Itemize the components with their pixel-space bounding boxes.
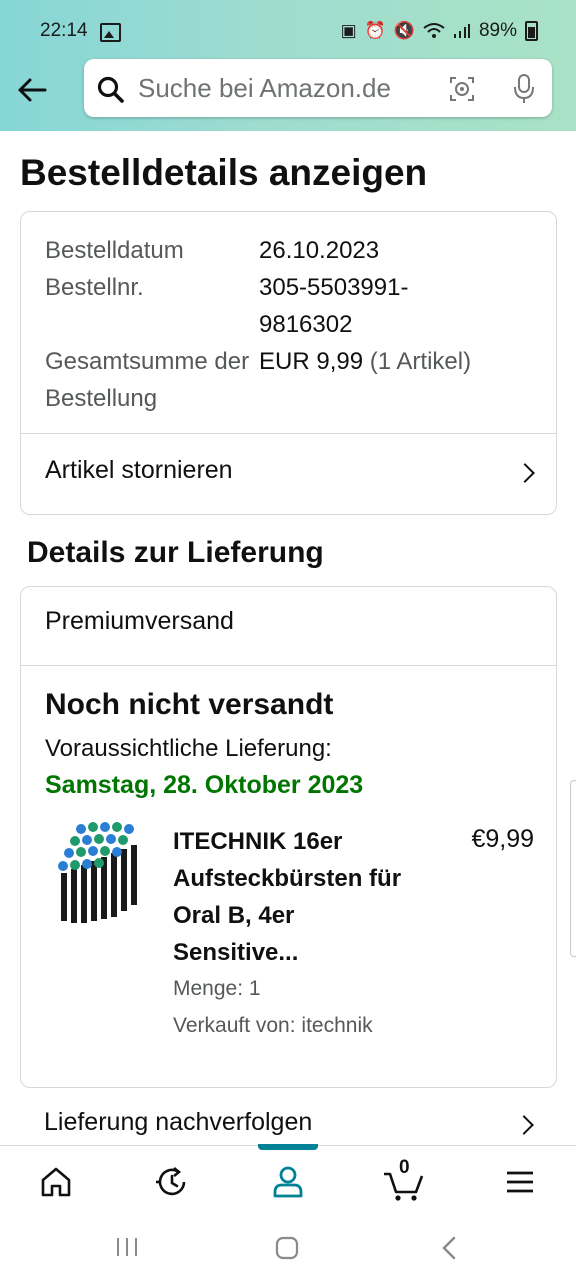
chevron-right-icon [514,1115,534,1135]
delivery-heading: Details zur Lieferung [27,536,324,569]
page-title: Bestelldetails anzeigen [20,152,428,193]
cancel-items-link[interactable]: Artikel stornieren [21,434,556,513]
product-name[interactable]: ITECHNIK 16er Aufsteckbürsten für Oral B… [173,823,423,971]
order-date-value: 26.10.2023 [259,237,380,264]
eta-label: Voraussichtliche Lieferung: [45,735,332,762]
recent-apps-icon[interactable] [114,1235,140,1259]
eta-date: Samstag, 28. Oktober 2023 [45,771,364,799]
order-summary-card: Bestelldatum 26.10.2023 Bestellnr. 305-5… [20,211,557,515]
status-icons: ▣ ⏰ 🔇 89% [341,20,538,42]
order-total-value: EUR 9,99 (1 Artikel) [259,343,539,417]
status-time: 22:14 [40,20,88,41]
product-quantity: Menge: 1 [173,977,261,1000]
order-total-items: (1 Artikel) [369,348,472,375]
cart-button[interactable]: 0 [382,1157,426,1204]
menu-icon[interactable] [498,1160,542,1204]
shipping-method: Premiumversand [45,607,234,635]
scroll-indicator [570,780,576,957]
product-price: €9,99 [471,825,534,853]
bottom-navigation: 0 [0,1144,576,1216]
track-delivery-link[interactable]: Lieferung nachverfolgen [20,1090,555,1144]
lock-icon: ▣ [340,21,357,40]
wifi-icon [423,23,445,38]
order-total-row: Gesamtsumme der Bestellung EUR 9,99 (1 A… [45,343,539,417]
delivery-card: Premiumversand Noch nicht versandt Vorau… [20,586,557,1088]
cancel-items-label: Artikel stornieren [45,456,233,484]
returns-icon[interactable] [150,1160,194,1204]
mute-icon: 🔇 [393,21,415,40]
back-arrow-icon[interactable] [15,72,51,108]
divider [21,665,556,666]
order-number-row: Bestellnr. 305-5503991-9816302 [45,269,539,343]
order-details-list: Bestelldatum 26.10.2023 Bestellnr. 305-5… [45,232,539,417]
search-input[interactable]: Suche bei Amazon.de [138,73,391,104]
alarm-icon: ⏰ [364,21,386,40]
cart-count: 0 [399,1157,410,1178]
gallery-icon [100,23,121,42]
order-date-row: Bestelldatum 26.10.2023 [45,232,539,269]
product-image[interactable] [51,821,143,931]
search-bar[interactable]: Suche bei Amazon.de [84,59,552,117]
account-icon[interactable] [266,1160,310,1204]
app-header: 22:14 ▣ ⏰ 🔇 89% Suche bei Amazon.de [0,0,576,131]
order-number-label: Bestellnr. [45,274,144,301]
order-date-label: Bestelldatum [45,237,184,264]
back-system-icon[interactable] [438,1235,460,1261]
camera-search-icon[interactable] [448,75,476,103]
product-seller: Verkauft von: itechnik [173,1014,373,1037]
home-system-icon[interactable] [274,1235,300,1261]
microphone-icon[interactable] [512,73,536,105]
active-tab-indicator [258,1144,318,1150]
home-icon[interactable] [34,1160,78,1204]
order-number-value: 305-5503991-9816302 [259,274,409,338]
search-icon [97,76,124,103]
battery-percent: 89% [478,20,517,41]
track-delivery-label: Lieferung nachverfolgen [44,1108,313,1136]
shipment-status: Noch nicht versandt [45,688,334,721]
order-total-label: Gesamtsumme der Bestellung [45,348,250,412]
signal-icon [453,24,470,38]
battery-icon [525,21,538,41]
system-navigation [0,1215,576,1280]
status-bar: 22:14 ▣ ⏰ 🔇 89% [0,0,576,60]
chevron-right-icon [515,463,535,483]
order-total-amount: EUR 9,99 [259,348,364,375]
